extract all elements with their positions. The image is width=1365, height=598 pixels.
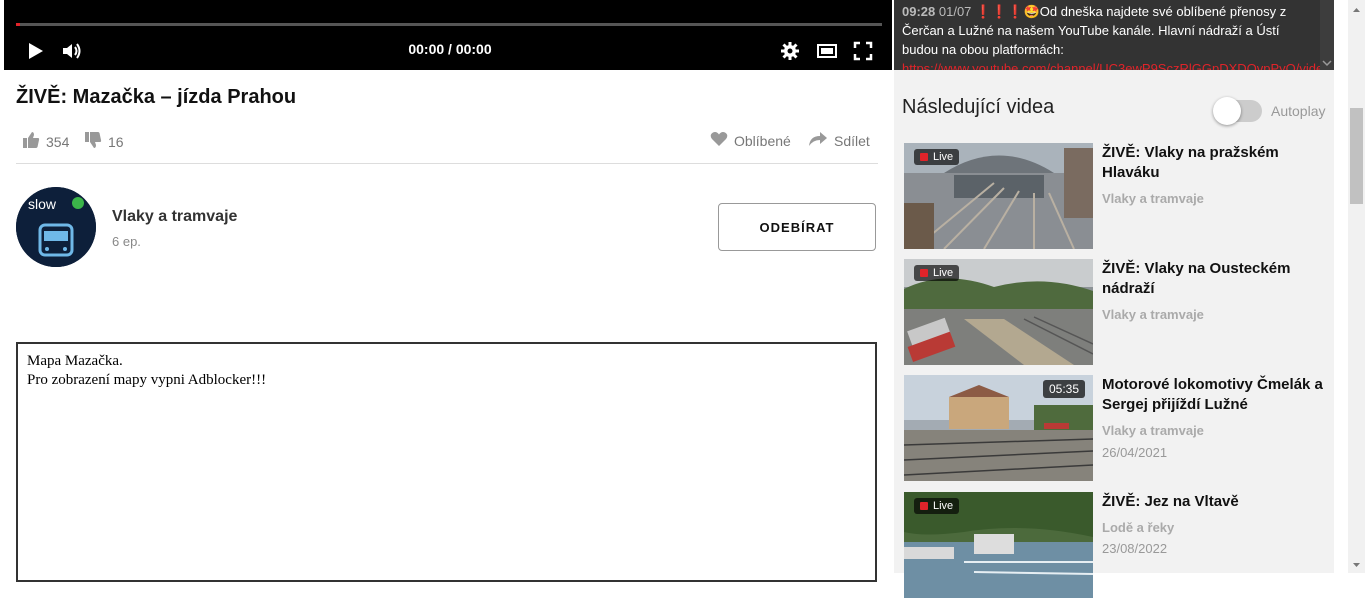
share-label: Sdílet (834, 132, 870, 149)
time-display: 00:00 / 00:00 (408, 41, 492, 57)
video-duration: 05:35 (1042, 380, 1085, 398)
page-scrollbar[interactable] (1348, 0, 1365, 573)
video-player[interactable]: 00:00 / 00:00 (4, 0, 892, 70)
share-button[interactable]: Sdílet (808, 131, 870, 150)
video-card-title[interactable]: ŽIVĚ: Vlaky na Ousteckém nádraží (1102, 259, 1327, 299)
sidebar: 09:28 01/07 ❗❗❗🤩Od dneška najdete své ob… (894, 0, 1334, 598)
chat-panel: 09:28 01/07 ❗❗❗🤩Od dneška najdete své ob… (894, 0, 1334, 70)
dislike-count: 16 (108, 133, 124, 150)
map-embed: Mapa Mazačka. Pro zobrazení mapy vypni A… (16, 342, 877, 582)
favorite-button[interactable]: Oblíbené (710, 131, 791, 150)
channel-logo-text: slow (28, 196, 57, 212)
play-icon[interactable] (24, 40, 46, 62)
video-card-channel[interactable]: Vlaky a tramvaje (1102, 307, 1204, 322)
progress-fill (16, 23, 21, 26)
like-count: 354 (46, 133, 70, 150)
miniplayer-icon[interactable] (816, 40, 838, 62)
video-thumbnail: Live (904, 143, 1093, 249)
subscribe-button[interactable]: ODEBÍRAT (718, 203, 876, 251)
map-adblock-message: Pro zobrazení mapy vypni Adblocker!!! (27, 372, 267, 388)
favorite-label: Oblíbené (734, 132, 791, 149)
autoplay-label: Autoplay (1271, 103, 1326, 119)
live-label: Live (933, 500, 954, 512)
heart-icon (710, 131, 728, 150)
volume-icon[interactable] (61, 40, 83, 62)
video-thumbnail: 05:35 (904, 375, 1093, 481)
scrollbar-thumb[interactable] (1350, 108, 1363, 204)
live-badge: Live (914, 265, 960, 281)
chat-time: 09:28 (902, 4, 936, 19)
channel-name[interactable]: Vlaky a tramvaje (112, 208, 237, 226)
next-videos-heading: Následující videa (902, 96, 1055, 118)
thumbs-down-icon (84, 131, 102, 152)
live-badge: Live (914, 498, 960, 514)
map-title: Mapa Mazačka. (27, 353, 123, 369)
chat-date: 01/07 (938, 4, 972, 19)
video-card-title[interactable]: Motorové lokomotivy Čmelák a Sergej přij… (1102, 375, 1327, 415)
chat-message: 09:28 01/07 ❗❗❗🤩Od dneška najdete své ob… (902, 2, 1334, 70)
video-title: ŽIVĚ: Mazačka – jízda Prahou (16, 86, 297, 108)
video-card-date: 26/04/2021 (1102, 445, 1168, 460)
video-card-channel[interactable]: Vlaky a tramvaje (1102, 423, 1204, 438)
video-thumbnail: Live (904, 492, 1093, 598)
video-card-title[interactable]: ŽIVĚ: Vlaky na pražském Hlaváku (1102, 143, 1327, 183)
video-card[interactable]: Live ŽIVĚ: Jez na Vltavě Lodě a řeky 23/… (904, 492, 1324, 598)
video-card-channel[interactable]: Lodě a řeky (1102, 520, 1174, 535)
video-card-title[interactable]: ŽIVĚ: Jez na Vltavě (1102, 492, 1327, 512)
thumbs-up-icon (22, 131, 40, 152)
video-card[interactable]: Live ŽIVĚ: Vlaky na pražském Hlaváku Vla… (904, 143, 1324, 249)
fullscreen-icon[interactable] (852, 40, 874, 62)
autoplay-toggle[interactable] (1213, 97, 1262, 125)
video-card[interactable]: Live ŽIVĚ: Vlaky na Ousteckém nádraží Vl… (904, 259, 1324, 365)
video-thumbnail: Live (904, 259, 1093, 365)
reaction-bar: 354 16 Oblíbené Sdílet (22, 131, 878, 155)
dislike-button[interactable]: 16 (84, 131, 124, 152)
divider (16, 163, 878, 164)
video-card[interactable]: 05:35 Motorové lokomotivy Čmelák a Serge… (904, 375, 1324, 481)
live-badge: Live (914, 149, 960, 165)
live-dot-icon (920, 153, 928, 161)
channel-avatar[interactable]: slow (16, 187, 96, 267)
channel-episodes: 6 ep. (112, 234, 141, 249)
live-label: Live (933, 267, 954, 279)
progress-bar[interactable] (16, 23, 882, 26)
chat-link[interactable]: https://www.youtube.com/channel/UC3ewP9S… (902, 61, 1334, 70)
chat-scrollbar[interactable] (1320, 0, 1334, 70)
toggle-knob (1213, 97, 1241, 125)
star-eyes-emoji-icon: 🤩 (1023, 4, 1040, 19)
settings-gear-icon[interactable] (779, 40, 801, 62)
live-label: Live (933, 151, 954, 163)
live-dot-icon (920, 502, 928, 510)
live-dot-icon (920, 269, 928, 277)
video-card-date: 23/08/2022 (1102, 541, 1168, 556)
share-arrow-icon (808, 131, 828, 150)
exclamation-icon: ❗❗❗ (975, 4, 1024, 19)
video-card-channel[interactable]: Vlaky a tramvaje (1102, 191, 1204, 206)
like-button[interactable]: 354 (22, 131, 69, 152)
